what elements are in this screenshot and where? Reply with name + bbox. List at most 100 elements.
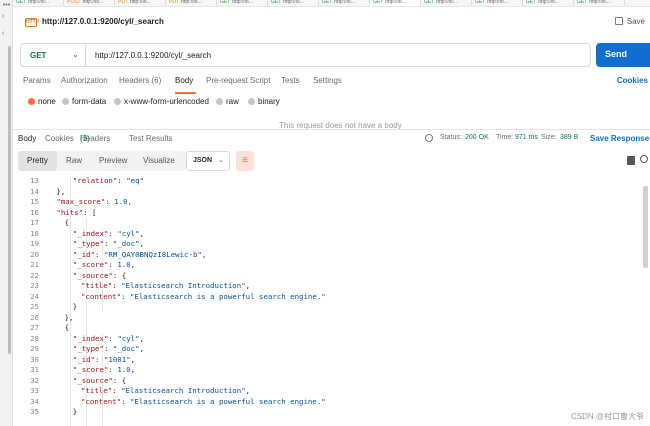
json-value: "Elasticsearch is a powerful search engi… xyxy=(129,396,326,406)
tab-test-results[interactable]: Test Results xyxy=(129,134,173,143)
json-punctuation: : xyxy=(103,239,113,248)
tab-method: PUT xyxy=(169,0,179,5)
line-number: 27 xyxy=(30,323,39,332)
json-punctuation: : xyxy=(103,344,113,353)
chevron-left-icon[interactable]: ‹ xyxy=(2,30,10,38)
line-number: 25 xyxy=(30,302,39,311)
line-number: 23 xyxy=(30,281,39,290)
line-number: 24 xyxy=(30,291,39,301)
json-key: "_type" xyxy=(72,239,104,248)
format-value: JSON xyxy=(193,157,213,164)
tab-method: PUT xyxy=(118,0,128,5)
code-text: "content": "Elasticsearch is a powerful … xyxy=(81,397,326,406)
pane-divider[interactable] xyxy=(13,129,650,130)
cookies-link[interactable]: Cookies xyxy=(617,76,648,85)
response-scrollbar[interactable] xyxy=(643,186,648,268)
code-text: } xyxy=(73,302,77,311)
tab-headers[interactable]: Headers (6) xyxy=(119,76,161,85)
radio-form-data[interactable]: form-data xyxy=(62,97,106,106)
more-options-icon[interactable]: ••• xyxy=(0,2,13,9)
view-preview-button[interactable]: Preview xyxy=(90,151,136,171)
code-text: { xyxy=(65,323,69,332)
line-number: 14 xyxy=(30,186,39,196)
line-number: 26 xyxy=(30,312,39,322)
code-text: }, xyxy=(65,313,74,322)
status-value[interactable]: 200 OK xyxy=(465,134,489,141)
code-line: 27 { xyxy=(13,323,613,334)
url-input[interactable]: http://127.0.0.1:9200/cyl/_search xyxy=(85,43,591,67)
request-tab[interactable]: GET http://lo... xyxy=(370,0,421,6)
view-visualize-button[interactable]: Visualize xyxy=(134,151,184,171)
tab-method: GET xyxy=(271,0,282,5)
code-text: "max_score": 1.0, xyxy=(56,197,132,206)
request-tab[interactable]: GET http://lo... xyxy=(217,0,268,6)
search-icon[interactable] xyxy=(640,155,648,163)
tab-params[interactable]: Params xyxy=(23,76,51,85)
globe-icon[interactable] xyxy=(425,134,433,142)
request-title-bar: HTTP http://127.0.0.1:9200/cyl/_search S… xyxy=(13,8,650,36)
save-button[interactable]: Save xyxy=(614,17,645,26)
json-punctuation: , xyxy=(245,386,251,395)
request-tab[interactable]: PUT http://lo... xyxy=(115,0,166,6)
radio-icon xyxy=(62,98,69,105)
line-number: 22 xyxy=(30,270,39,280)
copy-icon[interactable] xyxy=(627,156,635,165)
view-pretty-button[interactable]: Pretty xyxy=(18,151,57,171)
tab-tests[interactable]: Tests xyxy=(281,76,300,85)
tab-pre-request-script[interactable]: Pre-request Script xyxy=(206,76,270,85)
code-text: "_id": "RM_QAY0BNQzI8Lewic-b", xyxy=(73,250,207,259)
json-value: "cyl" xyxy=(117,228,140,238)
request-tab[interactable]: GET http://lo... xyxy=(268,0,319,6)
request-tab[interactable]: POST http://lo... xyxy=(64,0,115,6)
radio-raw[interactable]: raw xyxy=(216,97,239,106)
tab-settings[interactable]: Settings xyxy=(313,76,342,85)
tab-url: http://lo... xyxy=(232,0,253,5)
request-tab[interactable]: PUT http://lo... xyxy=(166,0,217,6)
line-number: 33 xyxy=(30,386,39,395)
json-value: "_doc" xyxy=(112,344,140,353)
json-punctuation: , xyxy=(201,249,207,259)
request-tab[interactable]: GET http://lo... xyxy=(13,0,64,6)
tab-url: http://lo... xyxy=(82,0,104,5)
radio-label: x-www-form-urlencoded xyxy=(124,97,209,106)
tab-authorization[interactable]: Authorization xyxy=(61,76,108,85)
view-mode-toolbar: Pretty Raw Preview Visualize xyxy=(18,151,186,171)
tab-body[interactable]: Body xyxy=(175,76,193,85)
json-key: "title" xyxy=(81,386,113,395)
tab-method: GET xyxy=(526,0,537,5)
size-value[interactable]: 389 B xyxy=(560,134,578,141)
tab-response-cookies[interactable]: Cookies xyxy=(45,134,74,143)
code-text: "_index": "cyl", xyxy=(73,229,144,238)
response-body-code[interactable]: 13 "relation": "eq" 14}, 15 "max_score": 1.0… xyxy=(13,176,650,426)
json-value: "eq" xyxy=(126,176,145,185)
time-value[interactable]: 971 ms xyxy=(515,134,538,141)
sidebar-scrollbar[interactable] xyxy=(8,46,11,354)
wrap-lines-button[interactable]: ≡ xyxy=(236,151,254,171)
request-tab[interactable]: GET http://lo... xyxy=(523,0,574,6)
view-raw-button[interactable]: Raw xyxy=(57,151,91,171)
radio-none[interactable]: none xyxy=(28,97,56,106)
send-button[interactable]: Send xyxy=(596,43,650,67)
request-tab[interactable]: GET http://lo... xyxy=(319,0,370,6)
format-select[interactable]: JSON ⌄ xyxy=(186,151,230,171)
tab-response-body[interactable]: Body xyxy=(18,134,36,143)
line-number: 28 xyxy=(30,333,39,343)
code-line: 21 "_score": 1.0, xyxy=(13,260,613,271)
json-key: "max_score" xyxy=(56,197,106,206)
request-tab[interactable]: GET http://lo... xyxy=(574,0,625,6)
chevron-left-icon[interactable]: ‹ xyxy=(2,13,10,21)
tab-url: http://lo... xyxy=(130,0,151,5)
json-punctuation: , xyxy=(139,239,145,248)
tab-url: http://lo... xyxy=(385,0,406,5)
tab-url: http://lo... xyxy=(181,0,202,5)
tab-method: POST xyxy=(67,0,81,5)
request-tab[interactable]: GET http://lo... xyxy=(421,0,472,6)
line-number: 35 xyxy=(30,407,39,416)
request-tab[interactable]: GET http://lo... xyxy=(472,0,523,6)
radio-binary[interactable]: binary xyxy=(248,97,280,106)
json-punctuation: : { xyxy=(112,270,127,280)
request-title[interactable]: http://127.0.0.1:9200/cyl/_search xyxy=(42,17,164,26)
method-select[interactable]: GET ⌄ xyxy=(20,43,85,67)
save-response-button[interactable]: Save Response ⌄ xyxy=(590,134,650,143)
radio-x-www-form-urlencoded[interactable]: x-www-form-urlencoded xyxy=(114,97,209,106)
